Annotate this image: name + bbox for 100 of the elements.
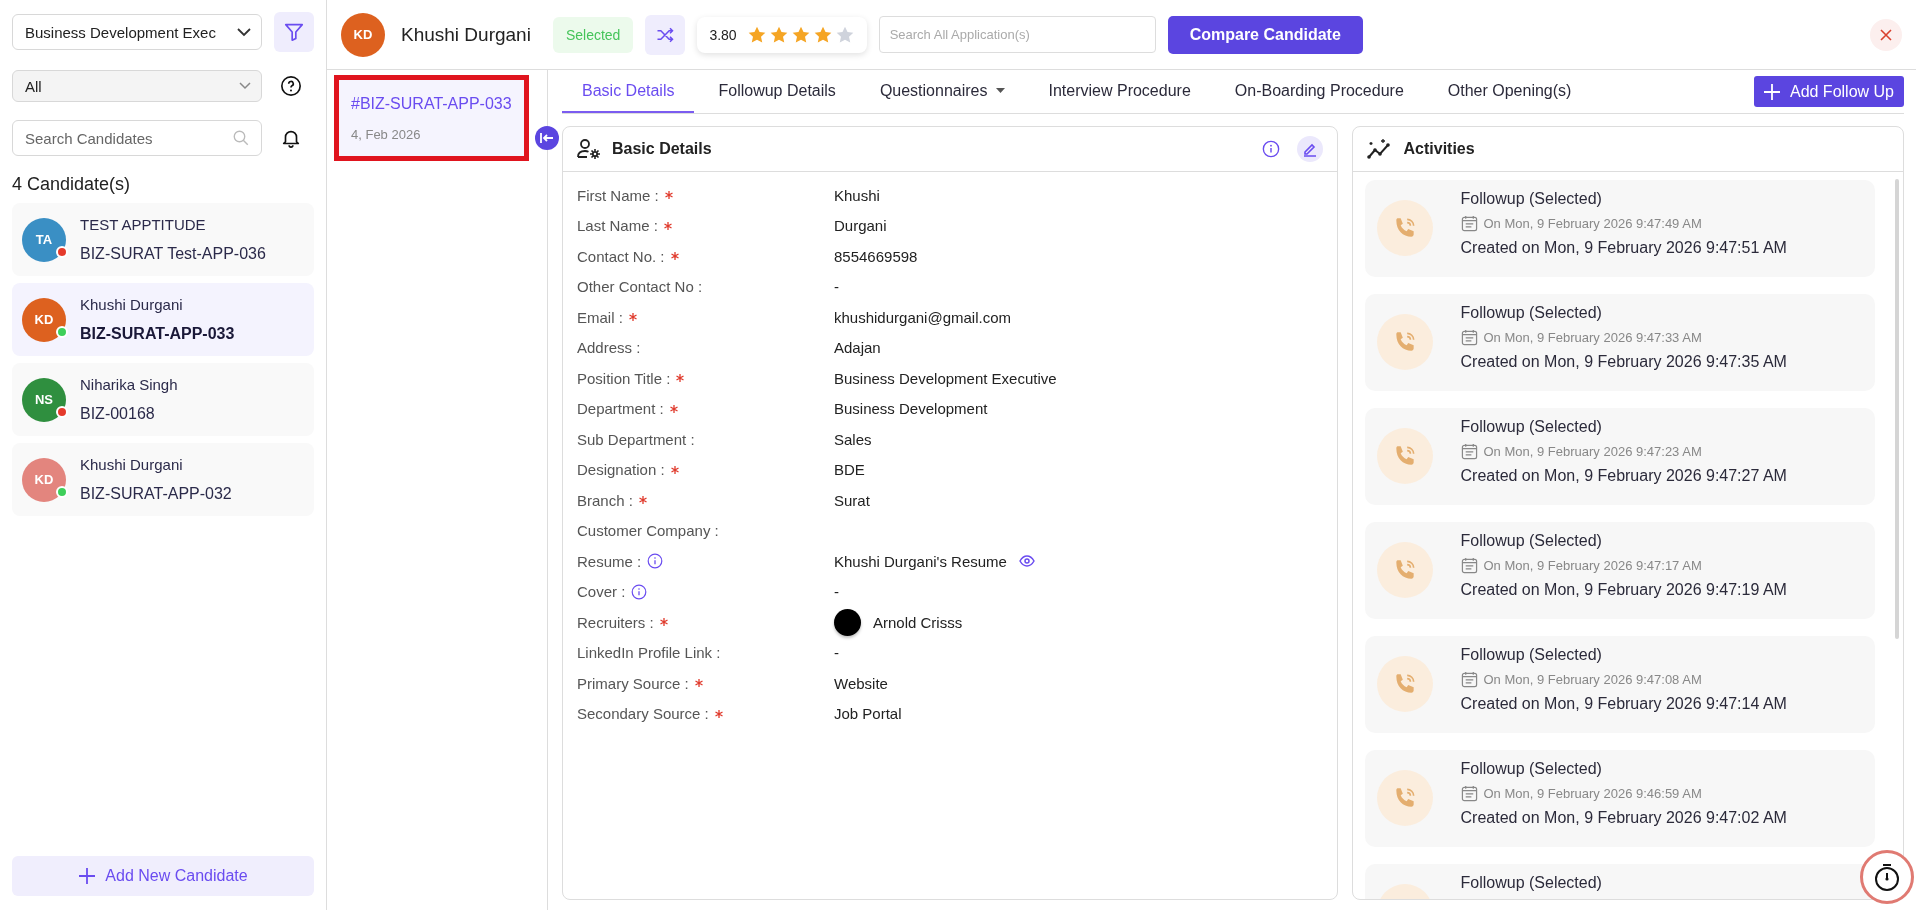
panel-title: Basic Details xyxy=(612,140,712,158)
field-label: Cover : xyxy=(577,583,626,601)
candidate-card[interactable]: KD Khushi Durgani BIZ-SURAT-APP-032 xyxy=(12,443,314,516)
tab[interactable]: Interview Procedure xyxy=(1028,70,1211,113)
field-value: 8554669598 xyxy=(834,247,918,265)
field-value: Arnold Crisss xyxy=(873,613,963,631)
field-label: Primary Source : xyxy=(577,674,689,692)
filter-icon xyxy=(283,21,305,43)
field-value: Business Development Executive xyxy=(834,369,1057,387)
tab[interactable]: Other Opening(s) xyxy=(1427,70,1592,113)
activity-created: Created on Mon, 9 February 2026 9:47:27 AM xyxy=(1460,467,1787,485)
calendar-icon xyxy=(1460,671,1478,688)
help-icon[interactable] xyxy=(280,75,302,97)
rating-value: 3.80 xyxy=(709,26,737,43)
candidate-code: BIZ-00168 xyxy=(80,405,156,423)
info-icon[interactable] xyxy=(631,583,648,600)
field-label: Department : xyxy=(577,400,664,418)
activity-title: Followup (Selected) xyxy=(1460,418,1603,436)
activity-date: On Mon, 9 February 2026 9:47:08 AM xyxy=(1483,672,1702,687)
calendar-icon xyxy=(1460,443,1478,460)
candidate-avatar: KD xyxy=(22,457,66,502)
compare-candidate-button[interactable]: Compare Candidate xyxy=(1167,15,1363,54)
field-value: Adajan xyxy=(834,339,881,357)
activity-created: Created on Mon, 9 February 2026 9:47:02 AM xyxy=(1460,809,1787,827)
field-label: Designation : xyxy=(577,461,665,479)
candidate-avatar: KD xyxy=(341,12,385,57)
search-field[interactable]: Search Candidates xyxy=(12,120,262,156)
sparkline-icon xyxy=(1366,138,1393,160)
application-code: #BIZ-SURAT-APP-033 xyxy=(351,94,512,113)
activity-created: Created on Mon, 9 February 2026 9:47:35 AM xyxy=(1460,353,1787,371)
field-label: Branch : xyxy=(577,491,633,509)
field-label: Contact No. : xyxy=(577,247,665,265)
search-field[interactable]: Search All Application(s) xyxy=(878,16,1156,53)
field-label: Email : xyxy=(577,308,623,326)
field-value: BDE xyxy=(834,461,865,479)
user-gear-icon xyxy=(577,138,601,160)
edit-button[interactable] xyxy=(1296,136,1323,162)
position-select[interactable]: Business Development Exec xyxy=(12,14,262,50)
field-label: Other Contact No : xyxy=(577,278,703,296)
candidate-card[interactable]: KD Khushi Durgani BIZ-SURAT-APP-033 xyxy=(12,283,314,356)
activity-title: Followup (Selected) xyxy=(1460,874,1602,892)
application-card[interactable]: #BIZ-SURAT-APP-033 4, Feb 2026 xyxy=(334,75,529,161)
search-icon xyxy=(232,129,250,147)
field-label: Position Title : xyxy=(577,369,671,387)
candidate-avatar: NS xyxy=(22,377,66,422)
application-date: 4, Feb 2026 xyxy=(351,126,422,142)
field-value: Khushi Durgani's Resume xyxy=(834,552,1007,570)
stopwatch-icon xyxy=(1873,862,1901,892)
close-icon xyxy=(1880,28,1892,41)
calendar-icon xyxy=(1460,215,1478,232)
close-button[interactable] xyxy=(1870,18,1902,51)
candidate-avatar: KD xyxy=(22,297,66,342)
field-value: Job Portal xyxy=(834,705,902,723)
candidate-card[interactable]: NS Niharika Singh BIZ-00168 xyxy=(12,363,314,436)
activity-title: Followup (Selected) xyxy=(1460,190,1603,208)
add-new-candidate-button[interactable]: Add New Candidate xyxy=(12,856,314,896)
tab[interactable]: On-Boarding Procedure xyxy=(1214,70,1424,113)
field-value: - xyxy=(834,644,839,662)
activity-date: On Mon, 9 February 2026 9:47:33 AM xyxy=(1483,330,1702,345)
field-value: Business Development xyxy=(834,400,988,418)
pencil-icon xyxy=(1301,141,1318,157)
candidate-count: 4 Candidate(s) xyxy=(12,174,132,195)
arrow-left-icon xyxy=(540,132,554,144)
add-follow-up-button[interactable]: Add Follow Up xyxy=(1753,76,1904,107)
calendar-icon xyxy=(1460,329,1478,346)
activity-title: Followup (Selected) xyxy=(1460,646,1603,664)
status-select[interactable]: All xyxy=(12,70,262,102)
field-value: Website xyxy=(834,674,888,692)
field-label: LinkedIn Profile Link : xyxy=(577,644,721,662)
activity-title: Followup (Selected) xyxy=(1460,304,1603,322)
activity-date: On Mon, 9 February 2026 9:47:17 AM xyxy=(1483,558,1702,573)
timer-button[interactable] xyxy=(1860,850,1914,904)
candidate-name: Khushi Durgani xyxy=(80,456,184,473)
candidate-name: TEST APPTITUDE xyxy=(80,216,207,233)
activity-date: On Mon, 9 February 2026 9:47:23 AM xyxy=(1483,444,1702,459)
tab[interactable]: Basic Details xyxy=(562,70,695,113)
candidate-code: BIZ-SURAT-APP-033 xyxy=(80,325,235,343)
filter-button[interactable] xyxy=(274,12,314,52)
candidate-code: BIZ-SURAT Test-APP-036 xyxy=(80,245,266,263)
field-label: Last Name : xyxy=(577,217,658,235)
collapse-button[interactable] xyxy=(535,126,559,150)
chevron-down-icon xyxy=(239,82,251,90)
tab[interactable]: Followup Details xyxy=(698,70,856,113)
scrollbar[interactable] xyxy=(1895,179,1899,639)
eye-icon[interactable] xyxy=(1018,555,1035,568)
field-value: - xyxy=(834,278,839,296)
field-label: First Name : xyxy=(577,186,659,204)
field-value: Durgani xyxy=(834,217,887,235)
tab[interactable]: Questionnaires xyxy=(859,70,1025,113)
activity-date: On Mon, 9 February 2026 9:46:59 AM xyxy=(1483,786,1702,801)
candidate-name: Niharika Singh xyxy=(80,376,178,393)
info-icon[interactable] xyxy=(1261,140,1280,158)
info-icon[interactable] xyxy=(647,553,664,570)
plus-icon xyxy=(78,867,97,885)
shuffle-button[interactable] xyxy=(645,14,686,55)
candidate-card[interactable]: TA TEST APPTITUDE BIZ-SURAT Test-APP-036 xyxy=(12,203,314,276)
activity-created: Created on Mon, 9 February 2026 9:47:51 AM xyxy=(1460,239,1787,257)
activity-created: Created on Mon, 9 February 2026 9:47:14 AM xyxy=(1460,695,1787,713)
panel-title: Activities xyxy=(1403,140,1475,158)
field-label: Sub Department : xyxy=(577,430,695,448)
